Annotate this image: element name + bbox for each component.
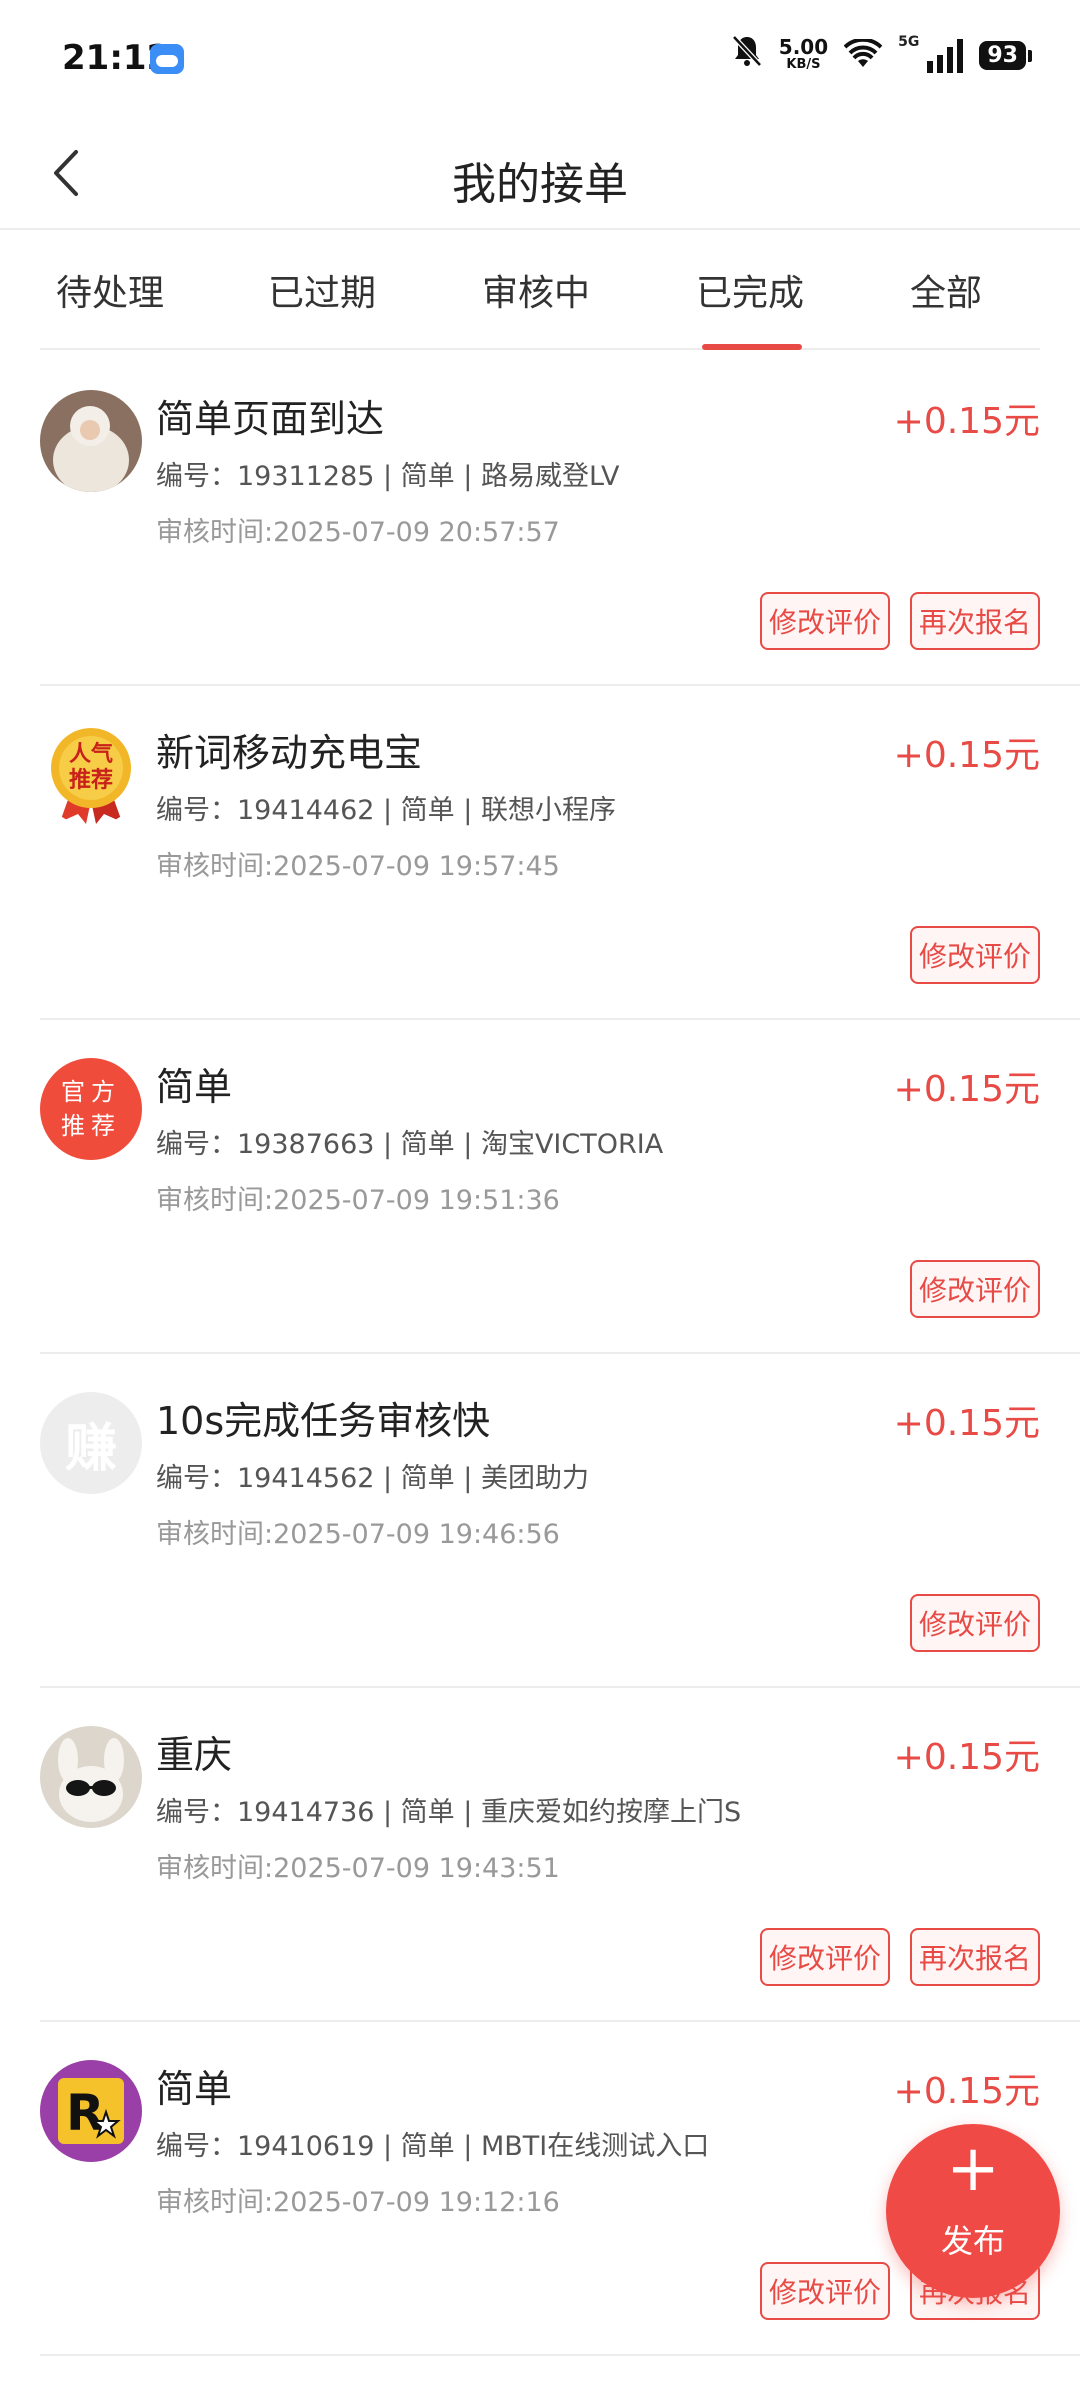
- network-speed: 5.00 KB/S: [778, 34, 829, 74]
- order-review-time: 审核时间:2025-07-09 19:46:56: [156, 1519, 560, 1550]
- avatar: 人气推荐: [40, 724, 142, 826]
- signal-icon: [927, 38, 964, 73]
- order-meta: 编号：19311285 | 简单 | 路易威登LV: [156, 461, 620, 492]
- order-meta: 编号：19414562 | 简单 | 美团助力: [156, 1463, 589, 1494]
- order-reward: +0.15元: [893, 735, 1040, 776]
- nav-bar: 我的接单: [0, 118, 1080, 230]
- tab-completed[interactable]: 已完成: [696, 264, 804, 316]
- avatar: 赚: [40, 1392, 142, 1494]
- net-speed-value: 5.00: [778, 34, 829, 59]
- order-title: 重庆: [156, 1733, 233, 1777]
- order-review-time: 审核时间:2025-07-09 19:51:36: [156, 1185, 560, 1216]
- order-item[interactable]: 官方推荐 简单 +0.15元 编号：19387663 | 简单 | 淘宝VICT…: [40, 1018, 1080, 1354]
- order-actions: 修改评价: [910, 926, 1040, 984]
- avatar-label: 官方推荐: [61, 1078, 121, 1140]
- order-reward: +0.15元: [893, 1069, 1040, 1110]
- page-title: 我的接单: [452, 159, 628, 210]
- status-icons: 5.00 KB/S 5G 93: [731, 34, 1032, 77]
- wifi-icon: [843, 37, 883, 73]
- avatar: [40, 1726, 142, 1828]
- edit-review-button[interactable]: 修改评价: [910, 1594, 1040, 1652]
- avatar-label: 赚: [64, 1418, 117, 1479]
- edit-review-button[interactable]: 修改评价: [910, 926, 1040, 984]
- avatar: 官方推荐: [40, 1058, 142, 1160]
- avatar: R: [40, 2060, 142, 2162]
- edit-review-button[interactable]: 修改评价: [910, 1260, 1040, 1318]
- order-item[interactable]: 赚 10s完成任务审核快 +0.15元 编号：19414562 | 简单 | 美…: [40, 1352, 1080, 1688]
- tab-bar: 待处理 已过期 审核中 已完成 全部: [40, 230, 1040, 350]
- order-actions: 修改评价: [910, 1260, 1040, 1318]
- status-bar: 21:12 5.00 KB/S 5G 93: [0, 0, 1080, 118]
- weather-icon: [150, 44, 184, 74]
- order-reward: +0.15元: [893, 401, 1040, 442]
- order-reward: +0.15元: [893, 2071, 1040, 2112]
- order-review-time: 审核时间:2025-07-09 19:43:51: [156, 1853, 560, 1884]
- edit-review-button[interactable]: 修改评价: [760, 2262, 890, 2320]
- re-apply-button[interactable]: 再次报名: [910, 1928, 1040, 1986]
- re-apply-button[interactable]: 再次报名: [910, 592, 1040, 650]
- tab-all[interactable]: 全部: [910, 264, 982, 316]
- avatar-label: 人气推荐: [68, 742, 113, 793]
- publish-label: 发布: [940, 2222, 1005, 2260]
- mute-bell-icon: [731, 34, 763, 77]
- order-item[interactable]: 简单页面到达 +0.15元 编号：19311285 | 简单 | 路易威登LV …: [40, 350, 1080, 686]
- order-reward: +0.15元: [893, 1737, 1040, 1778]
- publish-button[interactable]: + 发布: [886, 2124, 1060, 2298]
- order-review-time: 审核时间:2025-07-09 19:57:45: [156, 851, 560, 882]
- battery-icon: 93: [979, 41, 1032, 70]
- avatar: [40, 390, 142, 492]
- order-meta: 编号：19387663 | 简单 | 淘宝VICTORIA: [156, 1129, 664, 1160]
- order-item[interactable]: 重庆 +0.15元 编号：19414736 | 简单 | 重庆爱如约按摩上门S …: [40, 1686, 1080, 2022]
- tab-pending[interactable]: 待处理: [56, 264, 164, 316]
- order-reward: +0.15元: [893, 1403, 1040, 1444]
- order-title: 简单: [156, 1065, 233, 1109]
- edit-review-button[interactable]: 修改评价: [760, 1928, 890, 1986]
- signal-type: 5G: [898, 34, 920, 50]
- order-actions: 修改评价 再次报名: [760, 592, 1040, 650]
- tab-reviewing[interactable]: 审核中: [482, 264, 590, 316]
- edit-review-button[interactable]: 修改评价: [760, 592, 890, 650]
- order-meta: 编号：19414736 | 简单 | 重庆爱如约按摩上门S: [156, 1797, 742, 1828]
- order-meta: 编号：19414462 | 简单 | 联想小程序: [156, 795, 616, 826]
- order-item[interactable]: 人气推荐 新词移动充电宝 +0.15元 编号：19414462 | 简单 | 联…: [40, 684, 1080, 1020]
- order-actions: 修改评价 再次报名: [760, 1928, 1040, 1986]
- order-meta: 编号：19410619 | 简单 | MBTI在线测试入口: [156, 2131, 710, 2162]
- order-title: 简单页面到达: [156, 397, 385, 441]
- tab-expired[interactable]: 已过期: [268, 264, 376, 316]
- order-actions: 修改评价: [910, 1594, 1040, 1652]
- plus-icon: +: [946, 2132, 1000, 2206]
- order-review-time: 审核时间:2025-07-09 19:12:16: [156, 2187, 560, 2218]
- order-title: 新词移动充电宝: [156, 731, 423, 775]
- order-title: 简单: [156, 2067, 233, 2111]
- order-review-time: 审核时间:2025-07-09 20:57:57: [156, 517, 560, 548]
- order-title: 10s完成任务审核快: [156, 1399, 491, 1443]
